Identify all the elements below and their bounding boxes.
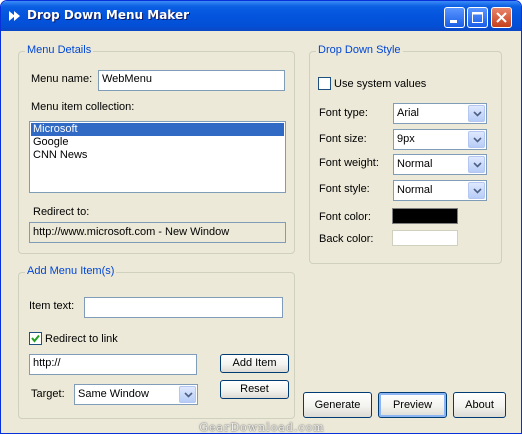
font-weight-select[interactable]: Normal: [393, 154, 487, 175]
reset-button-label: Reset: [240, 383, 269, 395]
minimize-icon: [450, 20, 457, 23]
target-label: Target:: [31, 388, 65, 400]
about-button[interactable]: About: [453, 392, 506, 418]
font-weight-label: Font weight:: [319, 157, 379, 169]
list-item[interactable]: CNN News: [31, 149, 284, 162]
maximize-icon: [472, 12, 483, 23]
preview-button-label: Preview: [392, 399, 433, 411]
menu-details-title: Menu Details: [25, 44, 94, 56]
add-item-title: Add Menu Item(s): [25, 265, 117, 277]
font-type-value: Arial: [397, 107, 420, 119]
generate-button[interactable]: Generate: [303, 392, 372, 418]
preview-button[interactable]: Preview: [378, 392, 447, 418]
use-system-checkbox[interactable]: [318, 77, 331, 90]
redirect-checkbox[interactable]: [29, 332, 42, 345]
font-size-value: 9px: [397, 133, 415, 145]
list-item[interactable]: Google: [31, 136, 284, 149]
watermark: GearDownload.com: [199, 421, 325, 434]
app-icon: [7, 8, 23, 24]
reset-button[interactable]: Reset: [220, 380, 289, 399]
use-system-label: Use system values: [334, 78, 427, 90]
target-select[interactable]: Same Window: [74, 384, 198, 405]
font-style-select[interactable]: Normal: [393, 180, 487, 201]
about-button-label: About: [465, 399, 494, 411]
maximize-button[interactable]: [467, 7, 488, 28]
app-window: Drop Down Menu Maker Menu Details Menu n…: [0, 0, 522, 434]
collection-label: Menu item collection:: [31, 101, 135, 113]
chevron-down-icon[interactable]: [468, 182, 485, 199]
back-color-swatch[interactable]: [392, 230, 458, 246]
chevron-down-icon[interactable]: [468, 105, 485, 122]
close-button[interactable]: [491, 7, 512, 28]
font-style-value: Normal: [397, 184, 433, 196]
font-type-select[interactable]: Arial: [393, 103, 487, 124]
chevron-down-icon[interactable]: [179, 386, 196, 403]
chevron-down-icon[interactable]: [468, 131, 485, 148]
font-size-select[interactable]: 9px: [393, 129, 487, 150]
dropdown-style-title: Drop Down Style: [316, 44, 403, 56]
redirect-checkbox-label: Redirect to link: [45, 333, 118, 345]
close-icon: [496, 12, 507, 23]
item-text-input[interactable]: [84, 297, 283, 318]
minimize-button[interactable]: [444, 7, 465, 28]
chevron-down-icon[interactable]: [468, 156, 485, 173]
generate-button-label: Generate: [314, 399, 361, 411]
back-color-label: Back color:: [319, 233, 374, 245]
title-bar[interactable]: Drop Down Menu Maker: [1, 1, 521, 31]
font-type-label: Font type:: [319, 107, 368, 119]
menu-name-label: Menu name:: [31, 73, 93, 85]
list-item[interactable]: Microsoft: [31, 123, 284, 136]
font-size-label: Font size:: [319, 133, 367, 145]
font-weight-value: Normal: [397, 158, 433, 170]
menu-name-input[interactable]: WebMenu: [98, 70, 285, 91]
item-text-label: Item text:: [29, 300, 75, 312]
font-color-swatch[interactable]: [392, 208, 458, 224]
target-select-value: Same Window: [78, 388, 149, 400]
redirect-value: http://www.microsoft.com - New Window: [29, 222, 286, 243]
font-style-label: Font style:: [319, 183, 370, 195]
redirect-label: Redirect to:: [33, 206, 90, 218]
url-input[interactable]: http://: [29, 354, 197, 375]
add-item-button[interactable]: Add Item: [220, 354, 289, 373]
add-item-button-label: Add Item: [232, 357, 277, 369]
window-title: Drop Down Menu Maker: [27, 8, 189, 22]
font-color-label: Font color:: [319, 211, 371, 223]
checkmark-icon: [31, 334, 40, 343]
menu-item-list[interactable]: Microsoft Google CNN News: [29, 121, 286, 193]
